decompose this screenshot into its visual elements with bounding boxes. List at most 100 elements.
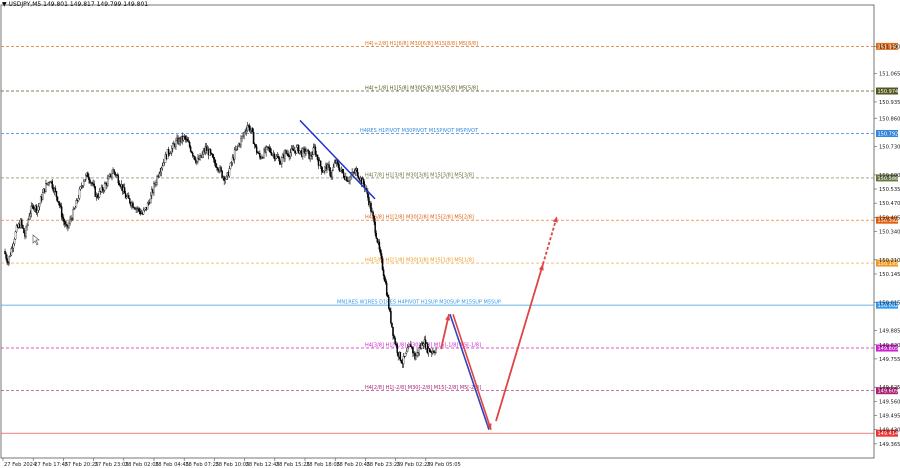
y-tick-label: 149.560 bbox=[879, 399, 900, 405]
candle-body bbox=[96, 194, 99, 198]
candle-body bbox=[214, 159, 216, 164]
candle-body bbox=[189, 146, 192, 152]
candle-body bbox=[418, 347, 420, 354]
candle-body bbox=[159, 171, 161, 174]
candle-series bbox=[4, 121, 437, 369]
candle-body bbox=[128, 195, 130, 199]
candle-body bbox=[252, 131, 255, 144]
level-lines: H4[+2/8] H1[6/8] M30[6/8] M15[8/8] M5[8/… bbox=[1, 41, 898, 437]
candle-body bbox=[381, 258, 384, 270]
candle-body bbox=[23, 228, 25, 234]
candle-body bbox=[150, 194, 152, 204]
y-tick-label: 150.860 bbox=[879, 116, 900, 122]
candle-body bbox=[194, 156, 196, 161]
candle-body bbox=[91, 182, 93, 184]
price-chart[interactable]: H4[+2/8] H1[6/8] M30[6/8] M15[8/8] M5[8/… bbox=[0, 0, 900, 468]
candle-body bbox=[287, 153, 289, 156]
candle-body bbox=[379, 249, 382, 254]
candle-body bbox=[8, 256, 10, 263]
x-tick-label: 28 Feb 15:25 bbox=[276, 462, 310, 468]
y-tick-label: 149.495 bbox=[879, 414, 900, 420]
candle-body bbox=[435, 348, 437, 353]
candle-body bbox=[362, 179, 365, 185]
candle-body bbox=[64, 221, 66, 225]
forecast-down-blue bbox=[449, 314, 490, 430]
candle-body bbox=[21, 219, 23, 226]
candle-body bbox=[14, 231, 17, 240]
candle-body bbox=[146, 202, 149, 210]
level-label: H4[7/8] H1[3/8] M30[3/8] M15[3/8] M5[3/8… bbox=[365, 172, 474, 178]
candle-body bbox=[158, 173, 160, 178]
candle-body bbox=[391, 322, 393, 328]
candle-body bbox=[118, 182, 121, 186]
y-tick-label: 150.405 bbox=[879, 215, 900, 221]
x-tick-label: 29 Feb 02:25 bbox=[397, 462, 431, 468]
time-axis[interactable]: 27 Feb 202427 Feb 17:4527 Feb 20:2527 Fe… bbox=[2, 458, 461, 468]
candle-body bbox=[225, 176, 228, 180]
candle-body bbox=[329, 167, 331, 176]
candle-body bbox=[98, 191, 101, 198]
candle-body bbox=[393, 335, 395, 339]
candle-body bbox=[75, 200, 78, 208]
candle-body bbox=[251, 127, 254, 133]
candle-body bbox=[28, 215, 30, 221]
candle-body bbox=[26, 224, 28, 228]
candle-body bbox=[88, 176, 90, 181]
candle-body bbox=[295, 147, 298, 154]
candle-body bbox=[66, 224, 68, 226]
candle-body bbox=[422, 343, 425, 346]
candle-body bbox=[388, 296, 390, 309]
y-tick-label: 150.600 bbox=[879, 173, 900, 179]
candle-body bbox=[55, 191, 58, 197]
y-tick-label: 149.430 bbox=[879, 428, 900, 434]
cursor-icon bbox=[32, 234, 40, 246]
candle-body bbox=[4, 250, 6, 255]
candle-body bbox=[289, 152, 292, 157]
candle-body bbox=[58, 202, 61, 206]
candle-body bbox=[82, 180, 85, 186]
candle-body bbox=[350, 175, 352, 178]
candle-body bbox=[220, 167, 222, 171]
candle-body bbox=[311, 154, 314, 157]
candle-body bbox=[30, 206, 33, 214]
candle-body bbox=[319, 160, 322, 167]
candle-body bbox=[186, 139, 189, 142]
candle-body bbox=[245, 130, 247, 132]
candle-body bbox=[167, 149, 170, 155]
candle-body bbox=[184, 136, 187, 140]
candle-body bbox=[37, 206, 40, 211]
candle-body bbox=[375, 232, 377, 239]
candle-body bbox=[254, 144, 257, 147]
candle-body bbox=[279, 158, 281, 165]
candle-body bbox=[111, 173, 113, 177]
candle-body bbox=[171, 148, 173, 154]
level-label: MN1RES W1RES D1RES H4PIVOT H1SUP M30SUP … bbox=[337, 300, 501, 306]
candle-body bbox=[240, 138, 242, 146]
candle-body bbox=[333, 162, 336, 168]
candle-body bbox=[69, 219, 71, 224]
candle-body bbox=[142, 210, 145, 215]
candle-body bbox=[190, 151, 193, 154]
candle-body bbox=[143, 208, 146, 211]
level-label: H4RES H1PIVOT M30PIVOT M15PIVOT M5PIVOT bbox=[360, 128, 479, 134]
candle-body bbox=[415, 355, 417, 360]
forecast-arrows[interactable] bbox=[440, 216, 558, 430]
candle-body bbox=[12, 243, 15, 249]
candle-body bbox=[323, 170, 325, 173]
forecast-up-2 bbox=[495, 263, 544, 422]
candle-body bbox=[229, 162, 232, 169]
candle-body bbox=[138, 208, 141, 212]
candle-body bbox=[382, 269, 385, 277]
level-label: H4[6/8] H1[2/8] M30[2/8] M15[2/8] M5[2/8… bbox=[365, 215, 474, 221]
candle-body bbox=[45, 183, 47, 192]
candle-body bbox=[407, 346, 410, 348]
candle-body bbox=[29, 213, 31, 217]
candle-body bbox=[161, 165, 164, 169]
price-tag-label: 150.974 bbox=[878, 89, 899, 95]
candle-body bbox=[108, 176, 110, 180]
x-tick-label: 28 Feb 07:25 bbox=[185, 462, 219, 468]
y-tick-label: 150.145 bbox=[879, 272, 900, 278]
candle-body bbox=[255, 146, 258, 153]
y-tick-label: 150.730 bbox=[879, 145, 900, 151]
candle-body bbox=[399, 351, 402, 361]
